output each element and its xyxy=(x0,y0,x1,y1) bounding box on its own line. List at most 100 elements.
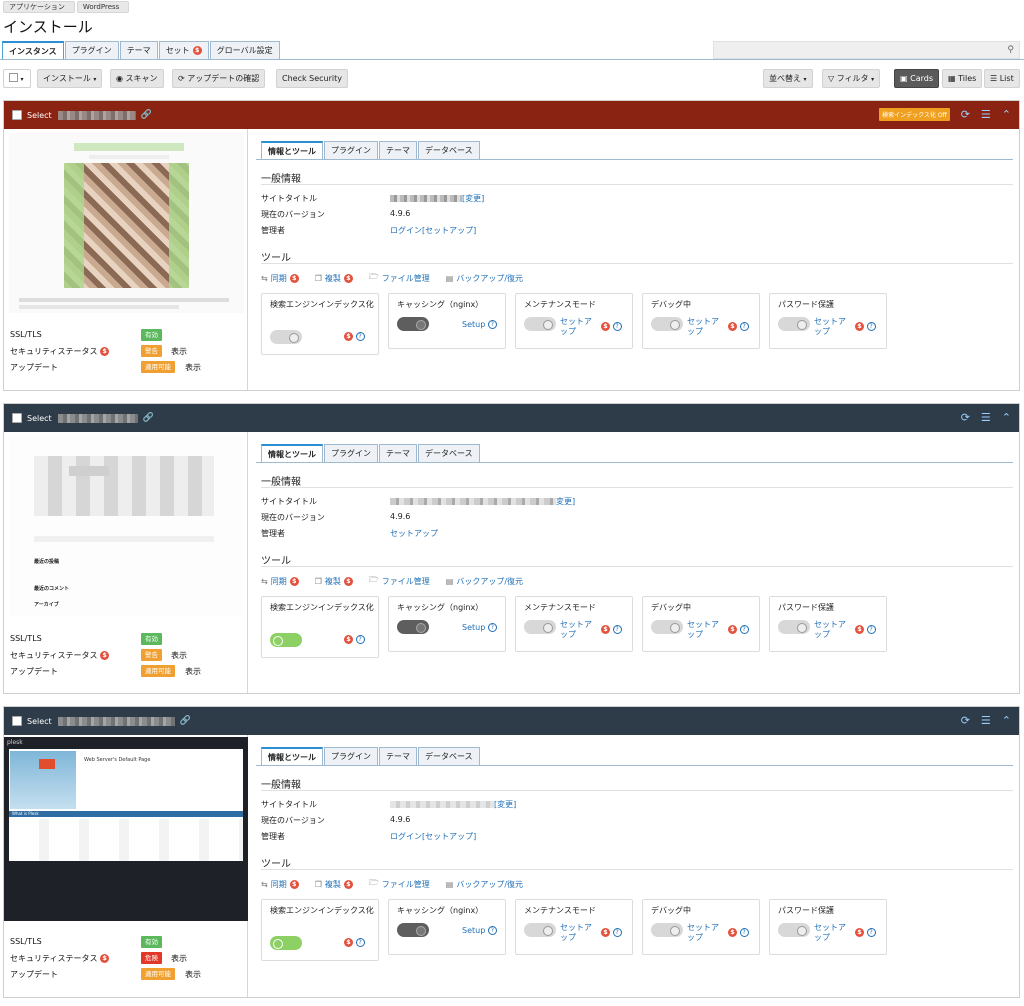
setup-link[interactable]: [セットアップ] xyxy=(422,226,476,235)
help-icon[interactable]: ? xyxy=(355,332,365,341)
refresh-icon[interactable]: ⟳ xyxy=(961,714,970,727)
help-icon[interactable]: ? xyxy=(866,928,876,937)
scan-button[interactable]: ◉ スキャン xyxy=(110,69,164,88)
card-select-checkbox[interactable] xyxy=(12,110,22,120)
tab-themes[interactable]: テーマ xyxy=(119,41,158,59)
sync-tool[interactable]: ⇆ 同期 $ xyxy=(261,879,299,890)
tab-card-database[interactable]: データベース xyxy=(418,444,480,462)
update-show-link[interactable]: 表示 xyxy=(185,969,201,980)
tab-card-plugins[interactable]: プラグイン xyxy=(324,747,378,765)
help-icon[interactable]: ? xyxy=(355,635,365,644)
tab-card-database[interactable]: データベース xyxy=(418,747,480,765)
search-index-toggle[interactable] xyxy=(270,633,302,647)
setup-link[interactable]: Setup xyxy=(462,320,485,329)
card-select-checkbox[interactable] xyxy=(12,716,22,726)
help-icon[interactable]: ? xyxy=(739,928,749,937)
tab-global-settings[interactable]: グローバル設定 xyxy=(209,41,280,59)
tab-info-tools[interactable]: 情報とツール xyxy=(261,141,323,159)
tab-sets[interactable]: セット $ xyxy=(158,41,209,59)
setup-link[interactable]: セットアップ xyxy=(814,620,848,640)
site-screenshot[interactable]: 最近の投稿 最近のコメント アーカイブ xyxy=(9,436,244,616)
setup-link[interactable]: セットアップ xyxy=(560,620,594,640)
help-icon[interactable]: ? xyxy=(866,625,876,634)
setup-link[interactable]: セットアップ xyxy=(814,317,848,337)
view-list-button[interactable]: ☰ List xyxy=(984,69,1020,88)
tab-card-database[interactable]: データベース xyxy=(418,141,480,159)
setup-link[interactable]: Setup xyxy=(462,623,485,632)
help-icon[interactable]: ? xyxy=(612,322,622,331)
collapse-icon[interactable]: ⌃ xyxy=(1002,108,1011,121)
install-button[interactable]: インストール ▾ xyxy=(37,69,103,88)
setup-link[interactable]: [セットアップ] xyxy=(422,832,476,841)
setup-link[interactable]: セットアップ xyxy=(390,529,438,538)
tab-info-tools[interactable]: 情報とツール xyxy=(261,444,323,462)
password-toggle[interactable] xyxy=(778,317,810,331)
menu-icon[interactable]: ☰ xyxy=(981,108,991,121)
change-link[interactable]: [変更] xyxy=(494,800,516,809)
refresh-icon[interactable]: ⟳ xyxy=(961,411,970,424)
breadcrumb-item-applications[interactable]: アプリケーション xyxy=(3,1,75,13)
tab-instances[interactable]: インスタンス xyxy=(2,41,64,59)
tab-card-themes[interactable]: テーマ xyxy=(379,141,417,159)
sync-tool[interactable]: ⇆ 同期 $ xyxy=(261,576,299,587)
setup-link[interactable]: セットアップ xyxy=(687,923,721,943)
help-icon[interactable]: ? xyxy=(739,322,749,331)
collapse-icon[interactable]: ⌃ xyxy=(1002,411,1011,424)
site-screenshot[interactable] xyxy=(9,133,244,313)
caching-toggle[interactable] xyxy=(397,317,429,331)
setup-link[interactable]: セットアップ xyxy=(560,923,594,943)
select-all-checkbox[interactable]: ▾ xyxy=(3,69,31,88)
maintenance-toggle[interactable] xyxy=(524,317,556,331)
debug-toggle[interactable] xyxy=(651,317,683,331)
tab-card-themes[interactable]: テーマ xyxy=(379,444,417,462)
check-security-button[interactable]: Check Security xyxy=(276,69,349,88)
change-link[interactable]: 変更] xyxy=(556,497,575,506)
card-select-checkbox[interactable] xyxy=(12,413,22,423)
update-show-link[interactable]: 表示 xyxy=(185,666,201,677)
filter-button[interactable]: ▽ フィルタ ▾ xyxy=(822,69,881,88)
tab-card-plugins[interactable]: プラグイン xyxy=(324,444,378,462)
site-url-redacted[interactable] xyxy=(57,716,175,726)
sort-button[interactable]: 並べ替え ▾ xyxy=(763,69,813,88)
search-index-toggle[interactable] xyxy=(270,936,302,950)
caching-toggle[interactable] xyxy=(397,620,429,634)
tab-plugins[interactable]: プラグイン xyxy=(64,41,119,59)
debug-toggle[interactable] xyxy=(651,620,683,634)
caching-toggle[interactable] xyxy=(397,923,429,937)
file-manager-tool[interactable]: 🗁 ファイル管理 xyxy=(369,271,430,285)
login-link[interactable]: ログイン xyxy=(390,226,422,235)
link-icon[interactable]: 🔗 xyxy=(180,716,191,726)
setup-link[interactable]: Setup xyxy=(462,926,485,935)
search-index-toggle[interactable] xyxy=(270,330,302,344)
backup-restore-tool[interactable]: ▤ バックアップ/復元 xyxy=(446,273,523,284)
change-link[interactable]: [変更] xyxy=(462,194,484,203)
site-url-redacted[interactable] xyxy=(57,413,138,423)
view-cards-button[interactable]: ▣ Cards xyxy=(894,69,939,88)
clone-tool[interactable]: ❐ 複製 $ xyxy=(315,879,353,890)
backup-restore-tool[interactable]: ▤ バックアップ/復元 xyxy=(446,576,523,587)
collapse-icon[interactable]: ⌃ xyxy=(1002,714,1011,727)
password-toggle[interactable] xyxy=(778,620,810,634)
breadcrumb-item-wordpress[interactable]: WordPress xyxy=(76,1,130,13)
help-icon[interactable]: ? xyxy=(739,625,749,634)
tab-info-tools[interactable]: 情報とツール xyxy=(261,747,323,765)
clone-tool[interactable]: ❐ 複製 $ xyxy=(315,273,353,284)
menu-icon[interactable]: ☰ xyxy=(981,411,991,424)
help-icon[interactable]: ? xyxy=(487,623,497,632)
file-manager-tool[interactable]: 🗁 ファイル管理 xyxy=(369,877,430,891)
maintenance-toggle[interactable] xyxy=(524,620,556,634)
setup-link[interactable]: セットアップ xyxy=(687,317,721,337)
tab-card-plugins[interactable]: プラグイン xyxy=(324,141,378,159)
tab-card-themes[interactable]: テーマ xyxy=(379,747,417,765)
backup-restore-tool[interactable]: ▤ バックアップ/復元 xyxy=(446,879,523,890)
sync-tool[interactable]: ⇆ 同期 $ xyxy=(261,273,299,284)
security-show-link[interactable]: 表示 xyxy=(171,953,187,964)
help-icon[interactable]: ? xyxy=(355,938,365,947)
site-url-redacted[interactable] xyxy=(57,110,136,120)
setup-link[interactable]: セットアップ xyxy=(687,620,721,640)
help-icon[interactable]: ? xyxy=(612,928,622,937)
site-screenshot[interactable]: plesk Web Server's Default Page What is … xyxy=(4,737,248,921)
update-show-link[interactable]: 表示 xyxy=(185,362,201,373)
refresh-icon[interactable]: ⟳ xyxy=(961,108,970,121)
link-icon[interactable]: 🔗 xyxy=(143,413,154,423)
